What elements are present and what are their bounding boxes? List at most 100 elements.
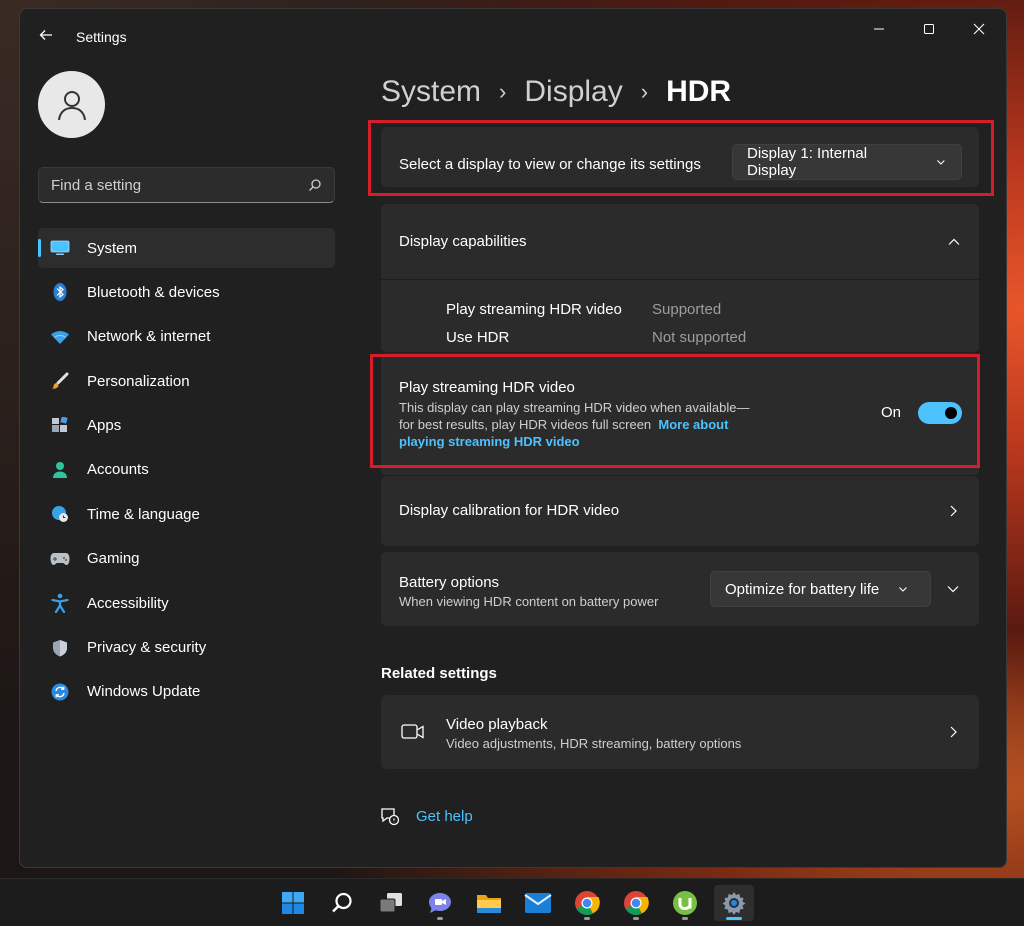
paintbrush-icon: [50, 371, 70, 391]
mail-icon: [524, 893, 552, 913]
file-explorer-button[interactable]: [469, 885, 509, 921]
sidebar-item-label: Gaming: [87, 550, 140, 568]
capability-value: Not supported: [652, 329, 747, 346]
sidebar-item-bluetooth[interactable]: Bluetooth & devices: [38, 272, 335, 312]
sidebar-item-label: Accessibility: [87, 594, 169, 612]
breadcrumb-separator: ›: [499, 79, 507, 104]
maximize-icon: [924, 24, 934, 34]
sidebar-item-privacy[interactable]: Privacy & security: [38, 628, 335, 668]
battery-options-card: Battery options When viewing HDR content…: [381, 552, 979, 626]
get-help-label: Get help: [416, 807, 473, 825]
battery-option-value: Optimize for battery life: [725, 580, 880, 598]
sidebar-item-time-language[interactable]: Time & language: [38, 494, 335, 534]
capability-name: Play streaming HDR video: [446, 301, 622, 318]
chat-button[interactable]: [420, 885, 460, 921]
task-view-button[interactable]: [371, 885, 411, 921]
sidebar-item-personalization[interactable]: Personalization: [38, 361, 335, 401]
sidebar-item-label: Personalization: [87, 372, 190, 390]
battery-options-subtitle: When viewing HDR content on battery powe…: [399, 594, 659, 609]
sidebar-item-windows-update[interactable]: Windows Update: [38, 672, 335, 712]
sidebar-item-gaming[interactable]: Gaming: [38, 539, 335, 579]
sidebar-item-label: Bluetooth & devices: [87, 283, 220, 301]
hdr-calibration-card[interactable]: Display calibration for HDR video: [381, 476, 979, 546]
running-indicator: [682, 917, 688, 920]
minimize-button[interactable]: [856, 15, 902, 43]
task-view-icon: [379, 893, 402, 913]
chevron-up-icon: [948, 238, 960, 245]
divider: [381, 279, 979, 280]
get-help-link[interactable]: Get help: [380, 806, 473, 826]
search-box[interactable]: [38, 167, 335, 203]
sidebar-item-accessibility[interactable]: Accessibility: [38, 583, 335, 623]
update-icon: [50, 682, 70, 702]
sidebar-item-label: Privacy & security: [87, 639, 207, 657]
user-icon: [57, 90, 86, 120]
video-playback-title: Video playback: [446, 716, 548, 733]
chrome-button-2[interactable]: [616, 885, 656, 921]
hdr-video-toggle[interactable]: [918, 402, 962, 424]
battery-option-dropdown[interactable]: Optimize for battery life: [710, 571, 931, 607]
settings-button[interactable]: [714, 885, 754, 921]
search-icon: [309, 179, 321, 191]
back-arrow-icon: [39, 30, 52, 40]
display-capabilities-header[interactable]: Display capabilities: [381, 204, 979, 279]
hdr-video-card: Play streaming HDR video This display ca…: [381, 353, 979, 475]
display-capabilities-title: Display capabilities: [399, 233, 527, 250]
more-about-link[interactable]: More about: [658, 417, 728, 432]
user-avatar[interactable]: [38, 71, 105, 138]
bluetooth-icon: [50, 282, 70, 302]
gamepad-icon: [50, 549, 70, 569]
taskbar-search-button[interactable]: [322, 885, 362, 921]
chrome-button[interactable]: [567, 885, 607, 921]
close-button[interactable]: [956, 15, 1002, 43]
close-icon: [973, 23, 985, 35]
capability-value: Supported: [652, 301, 722, 318]
chrome-icon: [575, 891, 600, 916]
back-button[interactable]: [36, 27, 56, 47]
video-playback-card[interactable]: Video playback Video adjustments, HDR st…: [381, 695, 979, 769]
sidebar-item-label: Accounts: [87, 461, 149, 479]
display-capabilities-card: Display capabilities Play streaming HDR …: [381, 204, 979, 352]
app-title: Settings: [76, 29, 127, 45]
description-text: for best results, play HDR videos full s…: [399, 417, 652, 432]
sidebar-item-network[interactable]: Network & internet: [38, 317, 335, 357]
apps-icon: [50, 416, 70, 436]
sidebar-item-accounts[interactable]: Accounts: [38, 450, 335, 490]
breadcrumb: System › Display › HDR: [381, 75, 731, 109]
taskbar: [0, 878, 1024, 926]
hdr-video-description: This display can play streaming HDR vide…: [399, 400, 750, 415]
hdr-video-title: Play streaming HDR video: [399, 379, 575, 396]
sidebar-item-apps[interactable]: Apps: [38, 406, 335, 446]
chrome-icon: [624, 891, 649, 916]
settings-icon: [722, 892, 746, 915]
toggle-knob: [945, 407, 957, 419]
sidebar-item-label: Time & language: [87, 505, 200, 523]
sidebar-item-system[interactable]: System: [38, 228, 335, 268]
search-input[interactable]: [51, 176, 308, 194]
page-title: HDR: [666, 75, 732, 108]
battery-options-title: Battery options: [399, 574, 500, 591]
maximize-button[interactable]: [906, 15, 952, 43]
breadcrumb-display[interactable]: Display: [524, 75, 622, 109]
file-explorer-icon: [477, 895, 501, 913]
expand-chevron-icon[interactable]: [946, 582, 960, 596]
sidebar-item-label: Windows Update: [87, 683, 201, 701]
display-select-dropdown[interactable]: Display 1: Internal Display: [732, 144, 962, 180]
mail-button[interactable]: [518, 885, 558, 921]
utorrent-button[interactable]: [665, 885, 705, 921]
utorrent-icon: [673, 891, 697, 915]
windows-start-icon: [282, 892, 304, 914]
minimize-icon: [874, 28, 884, 30]
hdr-calibration-title: Display calibration for HDR video: [399, 502, 620, 519]
breadcrumb-system[interactable]: System: [381, 75, 481, 109]
video-playback-subtitle: Video adjustments, HDR streaming, batter…: [446, 736, 742, 751]
more-about-link-continued[interactable]: playing streaming HDR video: [399, 434, 580, 449]
shield-icon: [50, 638, 70, 658]
start-button[interactable]: [273, 885, 313, 921]
chevron-right-icon: [950, 726, 957, 738]
toggle-state-label: On: [881, 404, 902, 421]
running-indicator: [584, 917, 590, 920]
search-icon: [332, 892, 352, 913]
settings-window: Settings System Bl: [19, 8, 1007, 868]
globe-clock-icon: [50, 504, 70, 524]
